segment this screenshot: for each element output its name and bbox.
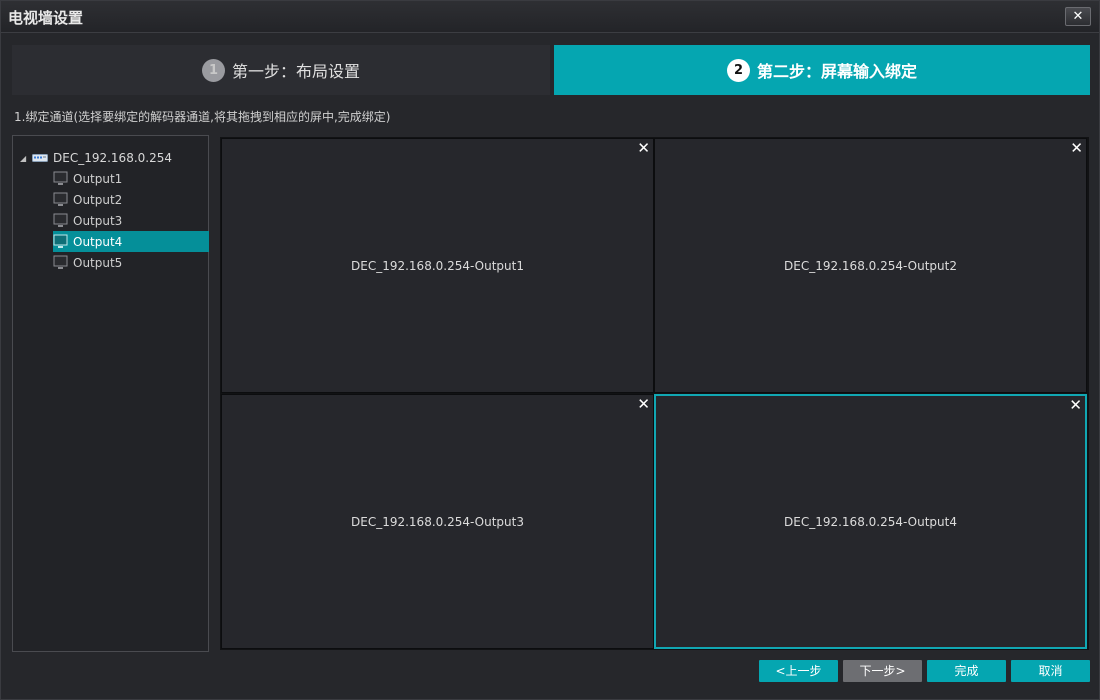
expand-arrow-icon[interactable]: ◢ [20,154,32,163]
screen-binding-label: DEC_192.168.0.254-Output2 [784,258,957,273]
step-2-binding-tab[interactable]: 2 第二步：屏幕输入绑定 [554,45,1090,95]
step-2-label: 第二步：屏幕输入绑定 [756,62,917,81]
finish-button[interactable]: 完成 [927,660,1006,682]
tree-root-label: DEC_192.168.0.254 [53,151,172,165]
previous-step-button[interactable]: <上一步 [759,660,838,682]
tree-item-label: Output5 [73,255,123,270]
step-1-number-badge: 1 [201,58,225,82]
unbind-close-icon[interactable]: ✕ [637,397,650,412]
monitor-icon [53,234,68,248]
monitor-icon [53,255,68,269]
tree-item-label: Output3 [73,213,123,228]
tree-item-output3[interactable]: Output3 [53,210,209,231]
unbind-close-icon[interactable]: ✕ [637,141,650,156]
screen-binding-label: DEC_192.168.0.254-Output4 [784,514,957,529]
tv-wall-screen-grid: DEC_192.168.0.254-Output1 ✕ DEC_192.168.… [220,137,1089,650]
tree-item-output4[interactable]: Output4 [53,231,209,252]
tree-root-decoder[interactable]: ◢ DEC_192.168.0.254 [20,149,172,167]
monitor-icon [53,213,68,227]
step-tabs: 1 第一步：布局设置 2 第二步：屏幕输入绑定 [12,45,1090,95]
tree-item-label: Output4 [73,234,123,249]
tree-item-output5[interactable]: Output5 [53,252,209,273]
step-1-layout-tab[interactable]: 1 第一步：布局设置 [12,45,550,95]
screen-cell-2[interactable]: DEC_192.168.0.254-Output2 ✕ [654,138,1087,393]
tree-item-label: Output1 [73,171,123,186]
step-2-number-badge: 2 [726,58,750,82]
screen-cell-3[interactable]: DEC_192.168.0.254-Output3 ✕ [221,394,654,649]
binding-instruction: 1.绑定通道(选择要绑定的解码器通道,将其拖拽到相应的屏中,完成绑定) [14,110,391,124]
screen-binding-label: DEC_192.168.0.254-Output1 [351,258,524,273]
unbind-close-icon[interactable]: ✕ [1070,141,1083,156]
step-1-label: 第一步：布局设置 [231,62,360,81]
screen-cell-4[interactable]: DEC_192.168.0.254-Output4 ✕ [654,394,1087,649]
next-step-button[interactable]: 下一步> [843,660,922,682]
screen-cell-1[interactable]: DEC_192.168.0.254-Output1 ✕ [221,138,654,393]
tree-item-output2[interactable]: Output2 [53,189,209,210]
window-close-button[interactable]: ✕ [1065,7,1091,26]
monitor-icon [53,171,68,185]
window-title: 电视墙设置 [8,9,84,27]
decoder-channel-tree: ◢ DEC_192.168.0.254 Output1 Output2 Outp… [12,135,209,652]
screen-binding-label: DEC_192.168.0.254-Output3 [351,514,524,529]
tv-wall-settings-dialog: 电视墙设置 ✕ 1 第一步：布局设置 2 第二步：屏幕输入绑定 1.绑定通道(选… [0,0,1100,700]
title-bar[interactable]: 电视墙设置 ✕ [1,1,1099,33]
unbind-close-icon[interactable]: ✕ [1069,398,1082,413]
tree-item-output1[interactable]: Output1 [53,168,209,189]
decoder-device-icon [32,154,48,162]
tree-item-label: Output2 [73,192,123,207]
cancel-button[interactable]: 取消 [1011,660,1090,682]
monitor-icon [53,192,68,206]
